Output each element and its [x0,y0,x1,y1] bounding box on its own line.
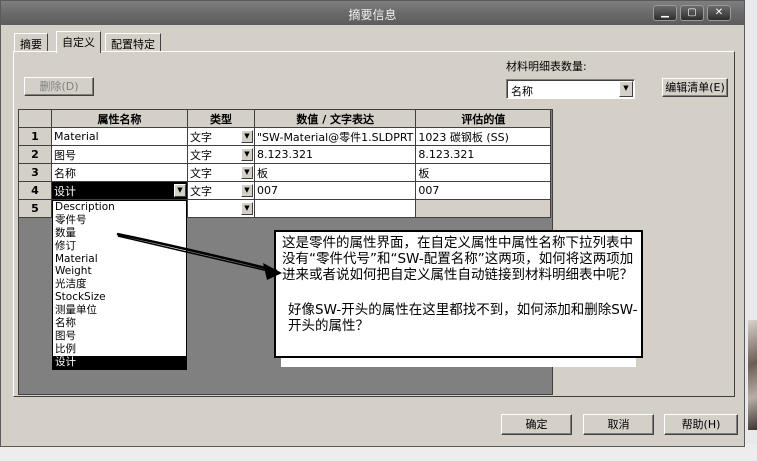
help-button[interactable]: 帮助(H) [664,414,738,435]
bom-quantity-label: 材料明细表数量: [506,60,587,73]
maximize-icon[interactable]: ▢ [680,5,704,21]
column-header-property-name[interactable]: 属性名称 [51,109,188,128]
column-header-value[interactable]: 数值 / 文字表达 [253,109,417,128]
property-name-cell[interactable]: 图号 [51,145,188,164]
dialog-title: 摘要信息 [348,8,397,22]
type-cell[interactable]: 文字 ▼ [187,163,255,182]
dropdown-option[interactable]: 零件号 [53,214,186,227]
table-row: 1 Material 文字 ▼ "SW-Material@零件1.SLDPRT 1… [18,127,552,146]
type-cell[interactable]: 文字 ▼ [187,145,255,164]
ok-button[interactable]: 确定 [501,414,572,435]
tab-configuration-specific[interactable]: 配置特定 [105,33,161,52]
grid-corner [18,109,52,128]
row-number[interactable]: 5 [18,199,52,218]
dropdown-option[interactable]: 数量 [53,227,186,240]
type-value: 文字 [190,130,212,144]
dropdown-option[interactable]: 名称 [53,317,186,330]
title-bar[interactable]: 摘要信息 ▁ ▢ ✕ [1,1,744,25]
evaluated-cell [415,199,552,218]
value-cell[interactable]: "SW-Material@零件1.SLDPRT [253,127,417,146]
type-value: 文字 [190,184,212,198]
dropdown-option-selected[interactable]: 设计 [53,355,186,369]
value-cell[interactable]: 007 [253,181,417,200]
chevron-down-icon[interactable]: ▼ [241,148,253,161]
chevron-down-icon[interactable]: ▼ [241,184,253,197]
summary-info-dialog: 摘要信息 ▁ ▢ ✕ 摘要 自定义 配置特定 删除(D) 材料明细表数量: 名称… [0,0,745,447]
property-name-value: 设计 [54,184,76,198]
evaluated-cell: 板 [415,163,552,182]
dropdown-option[interactable]: 测量单位 [53,304,186,317]
dropdown-option[interactable]: Description [53,201,186,214]
bom-quantity-value: 名称 [511,85,533,98]
type-cell[interactable]: 文字 ▼ [187,127,255,146]
row-number[interactable]: 2 [18,145,52,164]
dropdown-option[interactable]: 图号 [53,330,186,343]
dropdown-option[interactable]: 光洁度 [53,278,186,291]
background-image-fragment [748,320,757,430]
evaluated-cell: 1023 碳钢板 (SS) [415,127,552,146]
cancel-button[interactable]: 取消 [583,414,654,435]
property-name-cell[interactable]: Material [51,127,188,146]
column-header-type[interactable]: 类型 [187,109,255,128]
row-number[interactable]: 3 [18,163,52,182]
bom-quantity-select[interactable]: 名称 ▼ [506,79,635,99]
property-name-dropdown-list[interactable]: Description 零件号 数量 修订 Material Weight 光洁… [52,200,187,370]
chevron-down-icon[interactable]: ▼ [241,166,253,179]
delete-button[interactable]: 删除(D) [24,77,94,96]
callout-backdrop [281,357,636,367]
callout-main-text: 这是零件的属性界面，在自定义属性中属性名称下拉列表中没有“零件代号”和“SW-配… [282,235,634,283]
value-cell[interactable]: 8.123.321 [253,145,417,164]
value-cell[interactable]: 板 [253,163,417,182]
value-cell[interactable] [253,199,417,218]
dropdown-option[interactable]: 比例 [53,343,186,356]
type-cell[interactable]: ▼ [187,199,255,218]
column-header-evaluated[interactable]: 评估的值 [415,109,552,128]
chevron-down-icon[interactable]: ▼ [619,81,633,97]
tab-custom[interactable]: 自定义 [56,31,101,53]
annotation-callout: 这是零件的属性界面，在自定义属性中属性名称下拉列表中没有“零件代号”和“SW-配… [274,230,643,358]
tab-summary[interactable]: 摘要 [14,33,48,52]
row-number[interactable]: 4 [18,181,52,200]
property-name-cell[interactable]: 名称 [51,163,188,182]
close-icon[interactable]: ✕ [707,5,731,21]
property-name-combo[interactable]: 设计 ▼ [51,181,188,200]
table-row: 3 名称 文字 ▼ 板 板 [18,163,552,182]
dropdown-option[interactable]: Weight [53,265,186,278]
chevron-down-icon[interactable]: ▼ [174,184,186,197]
type-cell[interactable]: 文字 ▼ [187,181,255,200]
edit-list-button[interactable]: 编辑清单(E) [662,78,728,97]
dropdown-option[interactable]: 修订 [53,240,186,253]
evaluated-cell: 007 [415,181,552,200]
type-value: 文字 [190,166,212,180]
table-row: 4 设计 ▼ 文字 ▼ 007 007 [18,181,552,200]
chevron-down-icon[interactable]: ▼ [241,202,253,215]
minimize-icon[interactable]: ▁ [653,5,677,21]
dropdown-option[interactable]: StockSize [53,291,186,304]
type-value: 文字 [190,148,212,162]
evaluated-cell: 8.123.321 [415,145,552,164]
callout-sub-text: 好像SW-开头的属性在这里都找不到，如何添加和删除SW-开头的属性？ [288,302,638,334]
dropdown-option[interactable]: Material [53,253,186,266]
table-row: 2 图号 文字 ▼ 8.123.321 8.123.321 [18,145,552,164]
row-number[interactable]: 1 [18,127,52,146]
chevron-down-icon[interactable]: ▼ [241,130,253,143]
